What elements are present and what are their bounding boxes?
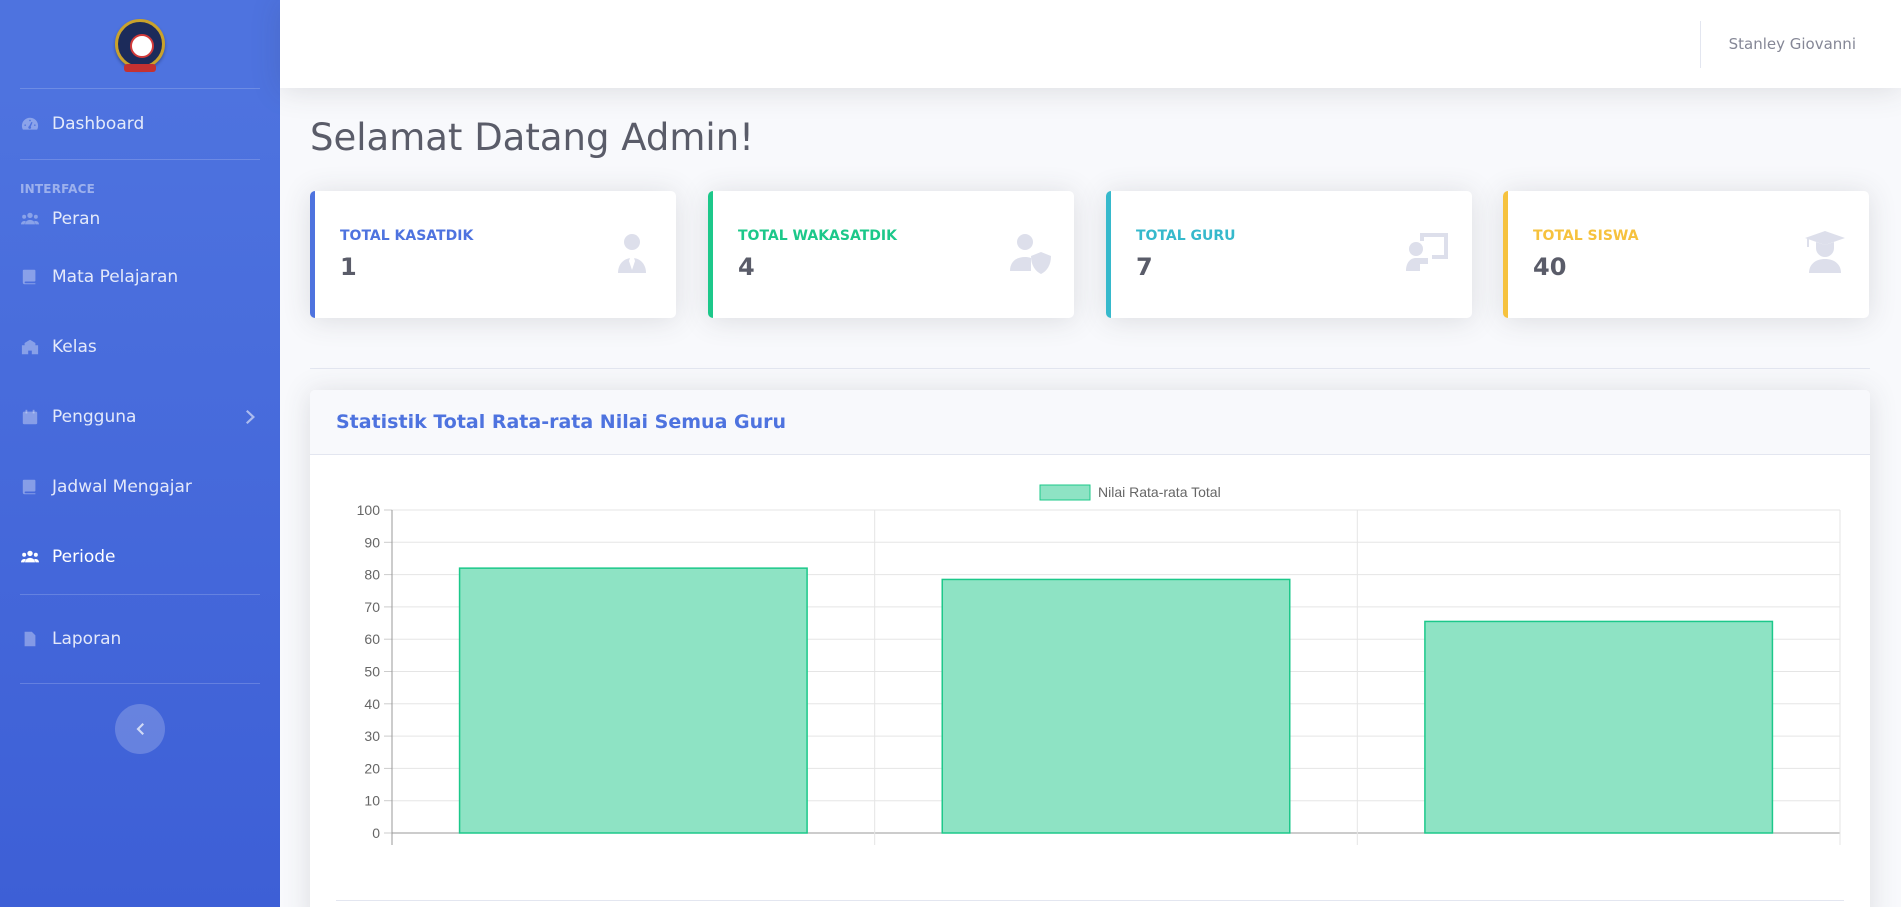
- chart-footer-divider: [336, 900, 1844, 901]
- stat-label: TOTAL SISWA: [1533, 228, 1639, 244]
- stat-card-wakasatdik: TOTAL WAKASATDIK 4: [708, 191, 1074, 318]
- bar: [1424, 620, 1774, 834]
- y-tick-label: 70: [364, 599, 380, 615]
- bar: [941, 578, 1291, 834]
- y-tick-label: 0: [372, 825, 380, 841]
- y-tick-label: 20: [364, 760, 380, 776]
- sidebar-item-jadwal-mengajar[interactable]: Jadwal Mengajar: [0, 452, 280, 522]
- chart-card: Statistik Total Rata-rata Nilai Semua Gu…: [310, 390, 1870, 907]
- y-tick-label: 40: [364, 696, 380, 712]
- chalkboard-teacher-icon: [1406, 231, 1450, 275]
- stat-value: 7: [1136, 253, 1153, 281]
- sidebar-item-mata-pelajaran[interactable]: Mata Pelajaran: [0, 242, 280, 312]
- stat-value: 1: [340, 253, 357, 281]
- sidebar-item-label: Peran: [52, 209, 101, 229]
- y-tick-label: 60: [364, 631, 380, 647]
- users-icon: [20, 549, 39, 565]
- y-tick-label: 80: [364, 567, 380, 583]
- sidebar-item-dashboard[interactable]: Dashboard: [0, 89, 280, 159]
- bar-chart: Nilai Rata-rata Total 0 10 20 30 40 50 60 70 80 90…: [330, 475, 1850, 862]
- sidebar-item-kelas[interactable]: Kelas: [0, 312, 280, 382]
- stat-value: 40: [1533, 253, 1567, 281]
- y-tick-label: 100: [357, 502, 381, 518]
- sidebar-heading: INTERFACE: [20, 182, 96, 196]
- legend-label: Nilai Rata-rata Total: [1098, 484, 1221, 500]
- book-icon: [20, 479, 39, 495]
- page-title: Selamat Datang Admin!: [310, 116, 754, 159]
- school-emblem-icon[interactable]: [115, 19, 165, 72]
- sidebar-item-label: Laporan: [52, 629, 122, 649]
- sidebar: Dashboard INTERFACE Peran Mata Pelajaran…: [0, 0, 280, 907]
- stat-label: TOTAL KASATDIK: [340, 228, 474, 244]
- bar: [458, 567, 808, 834]
- user-tie-icon: [610, 231, 654, 275]
- user-shield-icon: [1008, 231, 1052, 275]
- chart-card-header: Statistik Total Rata-rata Nilai Semua Gu…: [310, 390, 1870, 455]
- chevron-left-icon: [136, 723, 144, 735]
- user-menu[interactable]: Stanley Giovanni: [1729, 35, 1856, 53]
- stat-value: 4: [738, 253, 755, 281]
- tachometer-icon: [20, 116, 39, 132]
- sidebar-toggle-button[interactable]: [115, 704, 165, 754]
- topbar: Stanley Giovanni: [280, 0, 1901, 88]
- sidebar-divider: [20, 683, 260, 684]
- topbar-divider: [1700, 21, 1701, 68]
- stat-label: TOTAL WAKASATDIK: [738, 228, 897, 244]
- users-icon: [20, 211, 39, 227]
- sidebar-item-label: Kelas: [52, 337, 97, 357]
- sidebar-divider: [20, 159, 260, 160]
- user-graduate-icon: [1803, 231, 1847, 275]
- sidebar-item-pengguna[interactable]: Pengguna: [0, 382, 280, 452]
- sidebar-item-label: Dashboard: [52, 114, 145, 134]
- stat-label: TOTAL GURU: [1136, 228, 1236, 244]
- sidebar-item-peran[interactable]: Peran: [0, 196, 280, 242]
- bar-chart-svg: Nilai Rata-rata Total 0 10 20 30 40 50 60 70 80 90…: [357, 484, 1841, 862]
- chevron-right-icon[interactable]: [246, 409, 255, 424]
- sidebar-brand[interactable]: [0, 0, 280, 88]
- stat-card-siswa: TOTAL SISWA 40: [1503, 191, 1869, 318]
- chart-title: Statistik Total Rata-rata Nilai Semua Gu…: [336, 411, 787, 433]
- sidebar-item-label: Jadwal Mengajar: [52, 477, 192, 497]
- legend-swatch: [1039, 484, 1091, 501]
- school-icon: [20, 339, 39, 355]
- stat-card-guru: TOTAL GURU 7: [1106, 191, 1472, 318]
- sidebar-item-label: Pengguna: [52, 407, 137, 427]
- sidebar-item-label: Periode: [52, 547, 116, 567]
- book-icon: [20, 269, 39, 285]
- calendar-icon: [20, 409, 39, 425]
- sidebar-item-periode[interactable]: Periode: [0, 522, 280, 592]
- stat-card-kasatdik: TOTAL KASATDIK 1: [310, 191, 676, 318]
- sidebar-item-laporan[interactable]: Laporan: [0, 595, 280, 683]
- y-tick-label: 30: [364, 728, 380, 744]
- file-icon: [20, 631, 39, 647]
- y-tick-label: 90: [364, 534, 380, 550]
- sidebar-item-label: Mata Pelajaran: [52, 267, 179, 287]
- section-divider: [310, 368, 1870, 369]
- y-tick-label: 10: [364, 793, 380, 809]
- y-tick-label: 50: [364, 664, 380, 680]
